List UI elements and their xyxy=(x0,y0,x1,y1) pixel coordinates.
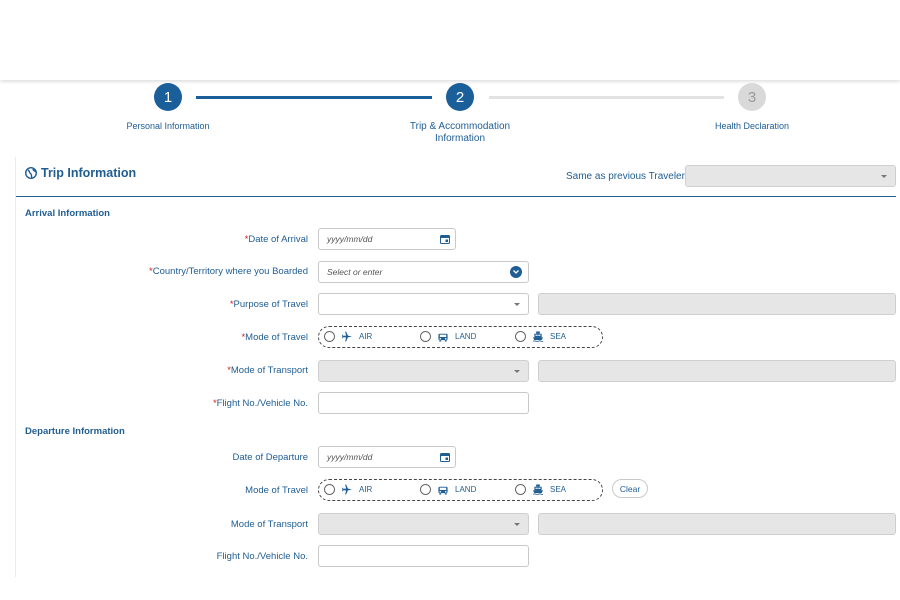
date-of-departure-input[interactable]: yyyy/mm/dd xyxy=(318,446,456,468)
departure-section-title: Departure Information xyxy=(25,426,125,437)
departure-mode-radio-group: AIR LAND SEA xyxy=(318,479,603,501)
date-of-departure-label: Date of Departure xyxy=(232,452,308,463)
step-3-circle[interactable]: 3 xyxy=(738,83,766,111)
flight-vehicle-input[interactable] xyxy=(318,392,529,414)
step-2-label: Trip & Accommodation Information xyxy=(409,121,511,144)
chevron-down-icon xyxy=(514,370,520,373)
air-label: AIR xyxy=(359,332,373,341)
progress-line-completed xyxy=(196,96,432,99)
departure-flight-vehicle-label: Flight No./Vehicle No. xyxy=(216,551,308,562)
chevron-down-icon xyxy=(514,303,520,306)
mode-of-travel-text: Mode of Travel xyxy=(245,332,308,343)
sea-radio[interactable] xyxy=(515,484,526,495)
country-placeholder: Select or enter xyxy=(327,267,383,277)
air-radio[interactable] xyxy=(324,484,335,495)
purpose-of-travel-select[interactable] xyxy=(318,293,529,315)
calendar-icon[interactable] xyxy=(440,234,450,244)
progress-line-pending xyxy=(489,96,724,99)
country-boarded-input[interactable]: Select or enter xyxy=(318,261,529,283)
airplane-icon xyxy=(341,484,353,495)
land-label: LAND xyxy=(455,332,477,341)
top-header-bar xyxy=(0,0,900,80)
mode-of-transport-select[interactable] xyxy=(318,360,529,382)
car-icon xyxy=(438,486,448,495)
departure-mode-of-travel-label: Mode of Travel xyxy=(245,485,308,496)
step-3-number: 3 xyxy=(747,88,757,106)
departure-mode-sea-option[interactable]: SEA xyxy=(515,484,566,495)
chevron-down-icon[interactable] xyxy=(510,266,522,278)
same-as-previous-label: Same as previous Traveler xyxy=(566,171,685,182)
sea-label: SEA xyxy=(550,332,567,341)
land-label: LAND xyxy=(455,485,477,494)
arrival-section-title: Arrival Information xyxy=(25,208,110,219)
chevron-down-icon xyxy=(514,523,520,526)
car-icon xyxy=(438,333,448,342)
country-boarded-text: Country/Territory where you Boarded xyxy=(152,266,308,277)
country-boarded-label: *Country/Territory where you Boarded xyxy=(149,266,308,277)
clear-button[interactable]: Clear xyxy=(612,479,648,498)
transport-other-input xyxy=(538,360,896,382)
step-1-number: 1 xyxy=(163,88,173,106)
mode-of-transport-label: *Mode of Transport xyxy=(227,365,308,376)
step-1-circle[interactable]: 1 xyxy=(154,83,182,111)
departure-mode-of-transport-label: Mode of Transport xyxy=(230,519,308,530)
same-as-previous-select[interactable] xyxy=(685,165,896,187)
mode-of-transport-text: Mode of Transport xyxy=(230,365,308,376)
card-title-text: Trip Information xyxy=(41,166,137,180)
purpose-of-travel-text: Purpose of Travel xyxy=(233,299,308,310)
air-label: AIR xyxy=(359,485,373,494)
departure-mode-air-option[interactable]: AIR xyxy=(324,484,372,495)
step-2-number: 2 xyxy=(455,88,465,106)
departure-mode-land-option[interactable]: LAND xyxy=(420,484,476,495)
date-of-arrival-label: *Date of Arrival xyxy=(245,234,308,245)
airplane-icon xyxy=(341,331,353,342)
date-of-arrival-text: Date of Arrival xyxy=(248,234,308,245)
purpose-other-input xyxy=(538,293,896,315)
departure-transport-other-input xyxy=(538,513,896,535)
flight-vehicle-label: *Flight No./Vehicle No. xyxy=(213,398,308,409)
sea-label: SEA xyxy=(550,485,567,494)
globe-icon xyxy=(25,167,37,179)
calendar-icon[interactable] xyxy=(440,452,450,462)
air-radio[interactable] xyxy=(324,331,335,342)
step-3-label: Health Declaration xyxy=(714,121,790,131)
card-divider xyxy=(16,196,896,197)
ship-icon xyxy=(532,484,544,495)
purpose-of-travel-label: *Purpose of Travel xyxy=(230,299,308,310)
land-radio[interactable] xyxy=(420,331,431,342)
step-1-label: Personal Information xyxy=(126,121,210,131)
arrival-mode-radio-group: AIR LAND SEA xyxy=(318,326,603,348)
step-2-circle[interactable]: 2 xyxy=(446,83,474,111)
departure-flight-vehicle-input[interactable] xyxy=(318,545,529,567)
chevron-down-icon xyxy=(881,175,887,178)
ship-icon xyxy=(532,331,544,342)
departure-mode-of-transport-select[interactable] xyxy=(318,513,529,535)
date-of-arrival-input[interactable]: yyyy/mm/dd xyxy=(318,228,456,250)
land-radio[interactable] xyxy=(420,484,431,495)
mode-air-option[interactable]: AIR xyxy=(324,331,372,342)
card-title: Trip Information xyxy=(25,166,136,180)
mode-sea-option[interactable]: SEA xyxy=(515,331,566,342)
date-placeholder: yyyy/mm/dd xyxy=(327,234,373,244)
mode-of-travel-label: *Mode of Travel xyxy=(241,332,308,343)
flight-vehicle-text: Flight No./Vehicle No. xyxy=(216,398,308,409)
sea-radio[interactable] xyxy=(515,331,526,342)
date-placeholder: yyyy/mm/dd xyxy=(327,452,373,462)
mode-land-option[interactable]: LAND xyxy=(420,331,476,342)
